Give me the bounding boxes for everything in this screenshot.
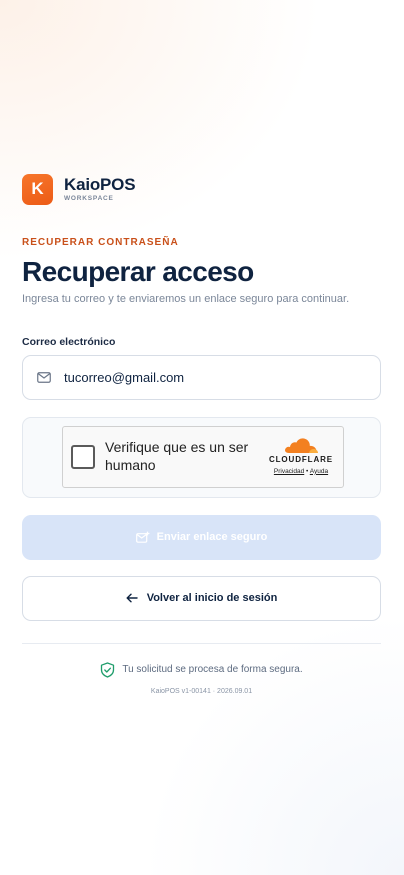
send-link-button-label: Enviar enlace seguro [156,531,268,544]
recovery-panel: K KaioPOS WORKSPACE RECUPERAR CONTRASEÑA… [22,172,381,695]
captcha-widget: Verifique que es un ser humano CLOUDFLAR… [62,425,344,488]
email-input-value[interactable]: tucorreo@gmail.com [64,370,184,385]
email-field[interactable]: tucorreo@gmail.com [22,354,381,400]
help-link[interactable]: Ayuda [310,468,328,475]
link-separator: • [306,467,309,475]
send-mail-icon [135,531,150,544]
captcha-checkbox[interactable] [71,444,95,469]
page-subtitle: Ingresa tu correo y te enviaremos un enl… [22,292,350,305]
mail-icon [37,371,51,383]
privacy-link[interactable]: Privacidad [274,468,304,475]
brand-subtitle: WORKSPACE [64,194,114,202]
captcha-label: Verifique que es un ser humano [105,439,249,473]
captcha-container: Verifique que es un ser humano CLOUDFLAR… [22,416,381,498]
back-to-login-label: Volver al inicio de sesión [146,592,278,605]
arrow-left-icon [126,593,138,603]
secure-notice-text: Tu solicitud se procesa de forma segura. [122,664,303,676]
page-title: Recuperar acceso [22,256,254,287]
cloudflare-cloud-icon [283,437,319,454]
send-link-button[interactable]: Enviar enlace seguro [22,514,381,560]
brand-logo: K [22,173,53,205]
version-label: KaioPOS v1-00141 · 2026.09.01 [150,687,253,695]
captcha-links: Privacidad • Ayuda [274,468,328,475]
brand-header: K KaioPOS WORKSPACE [22,172,381,206]
page-eyebrow: RECUPERAR CONTRASEÑA [22,237,179,248]
email-label: Correo electrónico [22,335,116,348]
secure-notice: Tu solicitud se procesa de forma segura. [22,662,381,678]
cloudflare-wordmark: CLOUDFLARE [268,454,334,464]
shield-check-icon [100,662,115,678]
cloudflare-brand: CLOUDFLARE Privacidad • Ayuda [265,437,337,475]
footer-divider [22,642,381,644]
back-to-login-button[interactable]: Volver al inicio de sesión [22,575,381,621]
brand-name: KaioPOS [64,174,136,194]
brand-text: KaioPOS WORKSPACE [64,174,136,203]
